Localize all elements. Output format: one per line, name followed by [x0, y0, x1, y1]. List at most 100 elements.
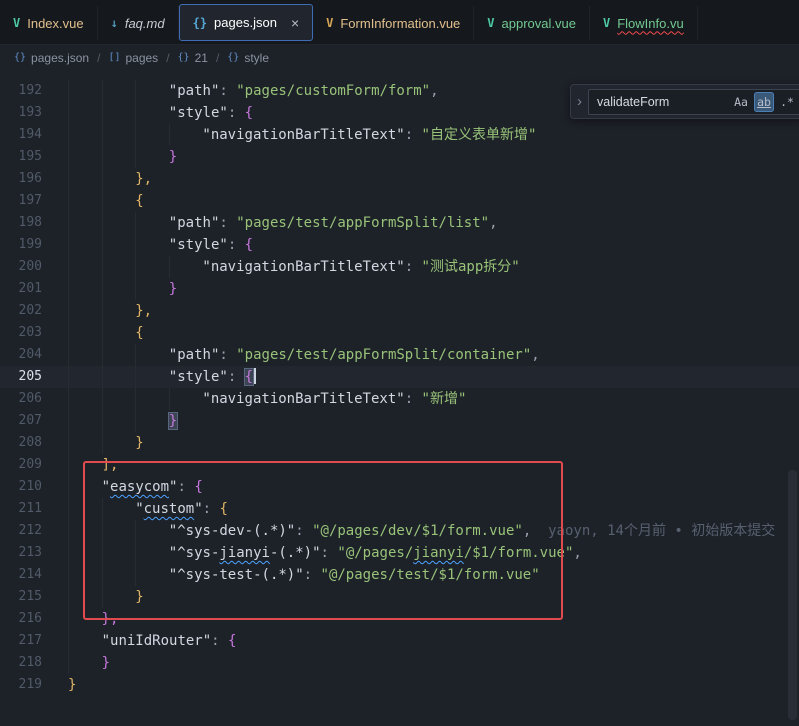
- code-text: "custom": {: [0, 498, 799, 520]
- code-line-203[interactable]: 203{: [0, 322, 799, 344]
- symbol-icon: []: [108, 52, 120, 63]
- match-case-toggle[interactable]: Aa: [731, 92, 751, 112]
- code-token: "自定义表单新增": [422, 127, 537, 143]
- code-token: "style": [169, 369, 228, 385]
- code-line-218[interactable]: 218}: [0, 652, 799, 674]
- vue-logo-icon: V: [326, 16, 333, 30]
- tab-forminformation-vue[interactable]: VFormInformation.vue: [313, 6, 474, 40]
- indent-guide: [68, 498, 69, 520]
- code-line-210[interactable]: 210"easycom": {: [0, 476, 799, 498]
- breadcrumb-label: 21: [195, 51, 208, 65]
- code-token: "新增": [422, 391, 467, 407]
- code-line-211[interactable]: 211"custom": {: [0, 498, 799, 520]
- vue-logo-icon: V: [603, 16, 610, 30]
- tab-label: faq.md: [125, 16, 165, 31]
- code-line-204[interactable]: 204"path": "pages/test/appFormSplit/cont…: [0, 344, 799, 366]
- code-line-219[interactable]: 219}: [0, 674, 799, 696]
- code-line-215[interactable]: 215}: [0, 586, 799, 608]
- find-input[interactable]: validateForm Aaab.*: [588, 89, 799, 115]
- indent-guide: [68, 322, 69, 344]
- indent-guide: [135, 410, 136, 432]
- line-number: 204: [0, 344, 42, 366]
- tab-pages-json[interactable]: {}pages.json×: [179, 4, 314, 41]
- indent-guide: [102, 388, 103, 410]
- find-widget: › validateForm Aaab.*: [570, 84, 799, 119]
- code-line-216[interactable]: 216},: [0, 608, 799, 630]
- indent-guide: [102, 322, 103, 344]
- code-token: {: [245, 105, 253, 121]
- code-line-207[interactable]: 207}: [0, 410, 799, 432]
- code-token: "path": [169, 83, 220, 99]
- code-token: :: [295, 523, 312, 539]
- code-line-201[interactable]: 201}: [0, 278, 799, 300]
- code-token: "^sys-test-(.*)": [169, 567, 304, 583]
- indent-guide: [68, 278, 69, 300]
- code-line-199[interactable]: 199"style": {: [0, 234, 799, 256]
- close-icon[interactable]: ×: [291, 16, 299, 30]
- breadcrumb-item-pages[interactable]: []pages: [108, 51, 158, 65]
- breadcrumb-item-pages-json[interactable]: {} pages.json: [14, 51, 89, 65]
- indent-guide: [102, 168, 103, 190]
- line-number: 205: [0, 366, 42, 388]
- indent-guide: [68, 652, 69, 674]
- tab-faq-md[interactable]: ↓ faq.md: [98, 6, 179, 40]
- code-line-195[interactable]: 195}: [0, 146, 799, 168]
- chevron-right-icon[interactable]: ›: [577, 93, 582, 110]
- tab-flowinfo-vue[interactable]: VFlowInfo.vu: [590, 6, 698, 40]
- code-line-194[interactable]: 194"navigationBarTitleText": "自定义表单新增": [0, 124, 799, 146]
- code-token: ,: [489, 215, 497, 231]
- code-text: "navigationBarTitleText": "测试app拆分": [0, 256, 799, 278]
- code-token: "path": [169, 215, 220, 231]
- code-text: },: [0, 300, 799, 322]
- indent-guide: [68, 124, 69, 146]
- breadcrumb-item-21[interactable]: {}21: [178, 51, 208, 65]
- code-text: },: [0, 168, 799, 190]
- code-text: "style": {: [0, 234, 799, 256]
- code-line-206[interactable]: 206"navigationBarTitleText": "新增": [0, 388, 799, 410]
- code-editor[interactable]: 192"path": "pages/customForm/form",193"s…: [0, 70, 799, 726]
- code-token: },: [135, 171, 152, 187]
- code-token: "style": [169, 105, 228, 121]
- indent-guide: [135, 80, 136, 102]
- indent-guide: [135, 542, 136, 564]
- indent-guide: [102, 498, 103, 520]
- code-line-209[interactable]: 209],: [0, 454, 799, 476]
- symbol-icon: {}: [14, 52, 26, 63]
- whole-word-toggle[interactable]: ab: [754, 92, 774, 112]
- code-token: :: [219, 215, 236, 231]
- code-line-212[interactable]: 212"^sys-dev-(.*)": "@/pages/dev/$1/form…: [0, 520, 799, 542]
- indent-guide: [68, 542, 69, 564]
- indent-guide: [135, 278, 136, 300]
- scrollbar-thumb[interactable]: [788, 470, 797, 720]
- code-lines: 192"path": "pages/customForm/form",193"s…: [0, 80, 799, 696]
- code-line-196[interactable]: 196},: [0, 168, 799, 190]
- code-token: ,: [523, 523, 531, 539]
- code-line-208[interactable]: 208}: [0, 432, 799, 454]
- use-regex-toggle[interactable]: .*: [777, 92, 797, 112]
- indent-guide: [135, 124, 136, 146]
- code-line-198[interactable]: 198"path": "pages/test/appFormSplit/list…: [0, 212, 799, 234]
- code-token: "style": [169, 237, 228, 253]
- code-line-217[interactable]: 217"uniIdRouter": {: [0, 630, 799, 652]
- code-line-205[interactable]: 205"style": {: [0, 366, 799, 388]
- breadcrumb-label: pages.json: [31, 51, 89, 65]
- code-line-213[interactable]: 213"^sys-jianyi-(.*)": "@/pages/jianyi/$…: [0, 542, 799, 564]
- code-token: }: [169, 413, 177, 429]
- code-line-202[interactable]: 202},: [0, 300, 799, 322]
- code-line-197[interactable]: 197{: [0, 190, 799, 212]
- code-token: -(.*)": [270, 545, 321, 561]
- indent-guide: [68, 608, 69, 630]
- tab-approval-vue[interactable]: Vapproval.vue: [474, 6, 590, 40]
- code-token: }: [169, 281, 177, 297]
- indent-guide: [102, 80, 103, 102]
- code-line-214[interactable]: 214"^sys-test-(.*)": "@/pages/test/$1/fo…: [0, 564, 799, 586]
- markdown-file-icon: ↓: [111, 16, 118, 30]
- tab-index-vue[interactable]: VIndex.vue: [0, 6, 98, 40]
- line-number: 199: [0, 234, 42, 256]
- code-line-200[interactable]: 200"navigationBarTitleText": "测试app拆分": [0, 256, 799, 278]
- code-token: }: [169, 149, 177, 165]
- code-token: "pages/test/appFormSplit/container": [236, 347, 531, 363]
- line-number: 214: [0, 564, 42, 586]
- indent-guide: [102, 212, 103, 234]
- breadcrumb-item-style[interactable]: {}style: [227, 51, 269, 65]
